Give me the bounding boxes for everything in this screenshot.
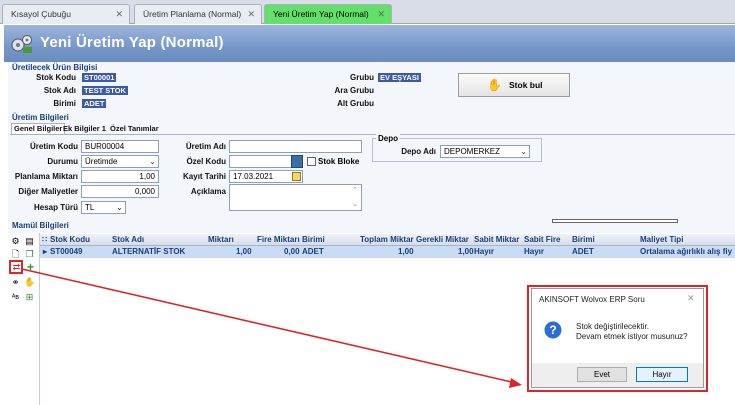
dialog-body: ? Stok değiştirilecektir. Devam etmek is…	[532, 311, 703, 363]
no-button[interactable]: Hayır	[636, 367, 688, 382]
confirm-dialog: AKINSOFT Wolvox ERP Soru ✕ ? Stok değişt…	[531, 288, 704, 388]
dialog-message-2: Devam etmek istiyor musunuz?	[576, 332, 688, 341]
question-icon: ?	[544, 321, 562, 339]
yes-button[interactable]: Evet	[577, 367, 627, 382]
close-icon[interactable]: ✕	[687, 293, 695, 304]
dialog-message-1: Stok değiştirilecektir.	[576, 322, 649, 331]
dialog-footer: Evet Hayır	[532, 363, 703, 387]
dialog-title: AKINSOFT Wolvox ERP Soru	[539, 295, 645, 304]
svg-text:?: ?	[549, 323, 556, 337]
